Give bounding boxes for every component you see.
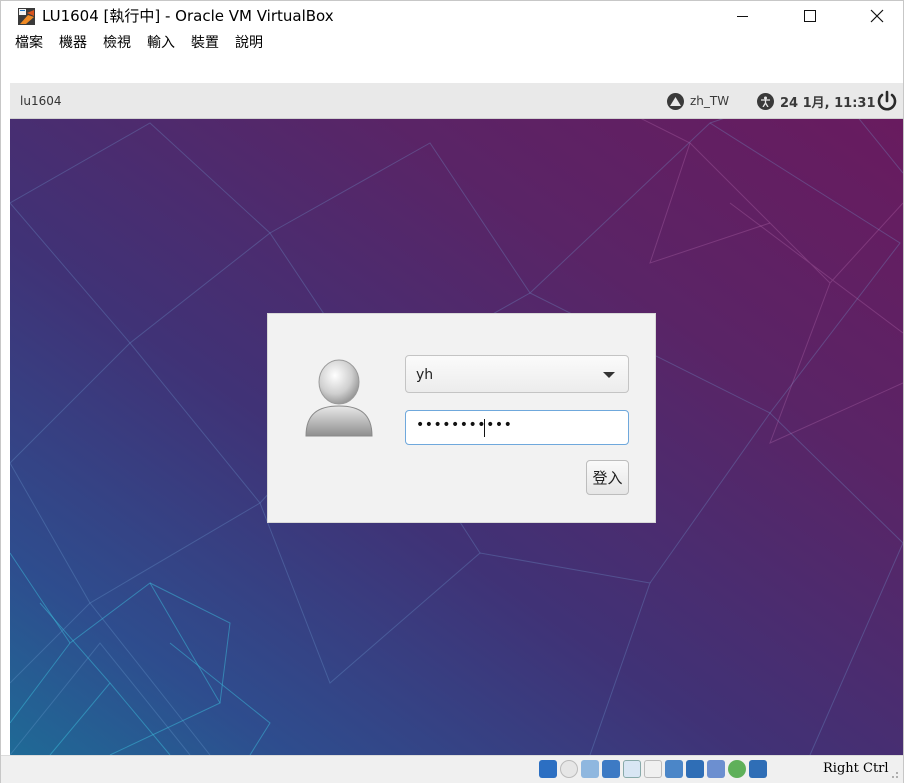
login-dialog: yh ••••••••••• 登入	[267, 313, 656, 523]
virtualbox-app-icon	[18, 8, 35, 25]
hostname-label: lu1604	[20, 94, 62, 108]
shared-folders-icon[interactable]	[644, 760, 662, 778]
network-icon	[667, 92, 684, 110]
menu-input[interactable]: 輸入	[145, 34, 177, 52]
virtualization-icon[interactable]	[707, 760, 725, 778]
menu-file[interactable]: 檔案	[13, 34, 45, 52]
menu-bar: 檔案 機器 檢視 輸入 裝置 說明	[1, 31, 903, 55]
host-key-icon[interactable]	[749, 760, 767, 778]
menu-devices[interactable]: 裝置	[189, 34, 221, 52]
video-capture-icon[interactable]	[686, 760, 704, 778]
keyboard-layout-label[interactable]: zh_TW	[690, 94, 729, 108]
network-indicator[interactable]: zh_TW	[667, 91, 729, 111]
close-icon	[870, 9, 884, 23]
audio-icon[interactable]	[581, 760, 599, 778]
password-field[interactable]: •••••••••••	[405, 410, 629, 445]
username-dropdown[interactable]: yh	[405, 355, 629, 393]
maximize-icon	[804, 10, 816, 22]
menu-help[interactable]: 說明	[233, 34, 265, 52]
accessibility-icon	[757, 92, 774, 110]
virtualbox-window: LU1604 [執行中] - Oracle VM VirtualBox 檔案 機…	[0, 0, 904, 783]
datetime-label[interactable]: 24 1月, 11:31	[780, 92, 876, 111]
accessibility-indicator[interactable]: 24 1月, 11:31	[757, 91, 876, 111]
status-bar: Right Ctrl	[1, 755, 903, 783]
display-icon[interactable]	[665, 760, 683, 778]
text-cursor	[484, 419, 485, 437]
minimize-icon	[736, 15, 748, 17]
hard-disk-icon[interactable]	[539, 760, 557, 778]
optical-drive-icon[interactable]	[560, 760, 578, 778]
chevron-down-icon	[603, 372, 615, 378]
title-bar[interactable]: LU1604 [執行中] - Oracle VM VirtualBox	[1, 1, 903, 31]
menu-view[interactable]: 檢視	[101, 34, 133, 52]
resize-grip-icon[interactable]	[889, 769, 899, 779]
username-value: yh	[416, 367, 434, 383]
host-key-label: Right Ctrl	[823, 761, 889, 776]
menu-machine[interactable]: 機器	[57, 34, 89, 52]
network-icon[interactable]	[602, 760, 620, 778]
guest-top-panel: lu1604 zh_TW 24 1月, 11:31	[10, 83, 903, 119]
usb-icon[interactable]	[623, 760, 641, 778]
login-button[interactable]: 登入	[586, 460, 629, 495]
maximize-button[interactable]	[787, 1, 833, 31]
user-avatar-icon	[305, 359, 373, 437]
power-icon[interactable]	[876, 90, 898, 112]
close-button[interactable]	[854, 1, 900, 31]
window-title: LU1604 [執行中] - Oracle VM VirtualBox	[42, 7, 334, 25]
mouse-integration-icon[interactable]	[728, 760, 746, 778]
minimize-button[interactable]	[719, 1, 765, 31]
password-value: •••••••••••	[416, 417, 513, 433]
